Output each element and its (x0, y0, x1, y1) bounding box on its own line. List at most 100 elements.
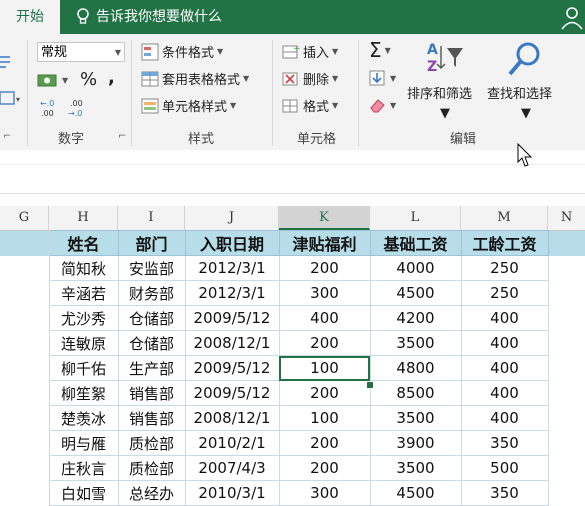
table-cell[interactable]: 3500 (369, 405, 462, 431)
column-header-n[interactable]: N (548, 206, 585, 230)
empty-cell[interactable] (0, 380, 50, 406)
table-cell[interactable]: 200 (278, 455, 371, 481)
table-cell[interactable]: 明与雁 (48, 430, 119, 456)
empty-cell[interactable] (0, 330, 50, 356)
increase-decimal-icon[interactable]: ←.0 .00 (40, 98, 62, 118)
empty-cell[interactable] (548, 481, 585, 506)
column-header-j[interactable]: J (185, 206, 279, 230)
table-cell[interactable]: 400 (460, 305, 549, 331)
table-cell[interactable]: 生产部 (117, 355, 186, 381)
table-cell[interactable]: 财务部 (117, 280, 186, 306)
table-cell[interactable]: 销售部 (117, 380, 186, 406)
empty-cell[interactable] (0, 480, 50, 506)
table-cell[interactable]: 庄秋言 (48, 455, 119, 481)
fill-handle[interactable] (366, 381, 374, 389)
cell-styles-button[interactable]: 单元格样式 ▼ (141, 96, 236, 115)
number-launcher-icon[interactable]: ⌐ (118, 131, 126, 142)
table-cell[interactable]: 300 (278, 480, 371, 506)
empty-cell[interactable] (548, 256, 585, 281)
table-cell[interactable]: 2007/4/3 (184, 455, 280, 481)
table-cell[interactable]: 2009/5/12 (184, 355, 280, 381)
table-cell[interactable]: 250 (460, 280, 549, 306)
table-cell[interactable]: 质检部 (117, 430, 186, 456)
clear-button[interactable]: ▼ (369, 97, 396, 113)
table-header-cell[interactable]: 姓名 (48, 230, 119, 256)
table-cell[interactable]: 仓储部 (117, 305, 186, 331)
find-select-button[interactable]: 查找和选择 (487, 83, 552, 102)
table-cell[interactable]: 250 (460, 255, 549, 281)
format-as-table-button[interactable]: 套用表格格式 ▼ (141, 69, 249, 88)
table-cell[interactable]: 3500 (369, 455, 462, 481)
table-cell[interactable]: 200 (278, 330, 371, 356)
table-header-cell[interactable]: 入职日期 (184, 230, 280, 256)
column-header-g[interactable]: G (0, 206, 49, 230)
empty-cell[interactable] (548, 431, 585, 456)
empty-cell[interactable] (548, 230, 585, 256)
table-cell[interactable]: 100 (278, 405, 371, 431)
conditional-format-button[interactable]: 条件格式 ▼ (141, 42, 223, 61)
table-header-cell[interactable]: 部门 (117, 230, 186, 256)
table-cell[interactable]: 连敏原 (48, 330, 119, 356)
table-cell[interactable]: 楚羡冰 (48, 405, 119, 431)
delete-button[interactable]: 删除 ▼ (282, 69, 338, 88)
table-cell[interactable]: 2008/12/1 (184, 330, 280, 356)
table-cell[interactable]: 仓储部 (117, 330, 186, 356)
empty-cell[interactable] (0, 280, 50, 306)
table-cell[interactable]: 柳千佑 (48, 355, 119, 381)
table-cell[interactable]: 总经办 (117, 480, 186, 506)
empty-cell[interactable] (0, 405, 50, 431)
empty-cell[interactable] (0, 255, 50, 281)
table-cell[interactable]: 100 (278, 355, 371, 381)
table-cell[interactable]: 350 (460, 480, 549, 506)
merge-center-icon[interactable]: ▾ (0, 90, 22, 106)
table-cell[interactable]: 2012/3/1 (184, 280, 280, 306)
comma-button[interactable]: , (108, 67, 115, 88)
table-cell[interactable]: 400 (460, 380, 549, 406)
tell-me-box[interactable]: 告诉我你想要做什么 (76, 0, 222, 34)
fill-button[interactable]: ▼ (369, 70, 396, 86)
table-cell[interactable]: 4000 (369, 255, 462, 281)
worksheet-grid[interactable]: 姓名 部门 入职日期 津贴福利 基础工资 工龄工资简知秋 安监部 2012/3/1 200 400… (0, 230, 585, 506)
table-cell[interactable]: 3500 (369, 330, 462, 356)
formula-bar-area[interactable] (0, 150, 585, 206)
table-cell[interactable]: 2008/12/1 (184, 405, 280, 431)
column-header-h[interactable]: H (49, 206, 118, 230)
table-header-cell[interactable]: 工龄工资 (460, 230, 549, 256)
table-header-cell[interactable]: 基础工资 (369, 230, 462, 256)
table-cell[interactable]: 简知秋 (48, 255, 119, 281)
table-cell[interactable]: 4500 (369, 280, 462, 306)
empty-cell[interactable] (0, 305, 50, 331)
table-cell[interactable]: 2010/3/1 (184, 480, 280, 506)
table-cell[interactable]: 300 (278, 280, 371, 306)
number-format-select[interactable]: 常规 ▼ (37, 42, 125, 62)
accounting-format-button[interactable]: ▼ (37, 72, 68, 88)
table-cell[interactable]: 销售部 (117, 405, 186, 431)
table-cell[interactable]: 400 (460, 405, 549, 431)
table-cell[interactable]: 质检部 (117, 455, 186, 481)
table-cell[interactable]: 4500 (369, 480, 462, 506)
column-header-k[interactable]: K (279, 206, 370, 230)
table-cell[interactable]: 白如雪 (48, 480, 119, 506)
empty-cell[interactable] (0, 430, 50, 456)
column-header-m[interactable]: M (461, 206, 548, 230)
user-icon[interactable] (559, 4, 585, 30)
table-cell[interactable]: 2010/2/1 (184, 430, 280, 456)
table-cell[interactable]: 尤沙秀 (48, 305, 119, 331)
empty-cell[interactable] (548, 281, 585, 306)
table-cell[interactable]: 2009/5/12 (184, 305, 280, 331)
tab-home[interactable]: 开始 (0, 0, 60, 34)
table-cell[interactable]: 安监部 (117, 255, 186, 281)
table-cell[interactable]: 400 (460, 330, 549, 356)
empty-cell[interactable] (0, 355, 50, 381)
table-cell[interactable]: 辛涵若 (48, 280, 119, 306)
empty-cell[interactable] (548, 306, 585, 331)
table-cell[interactable]: 350 (460, 430, 549, 456)
percent-button[interactable]: % (80, 69, 97, 90)
format-button[interactable]: 格式 ▼ (282, 96, 338, 115)
empty-cell[interactable] (0, 230, 50, 256)
empty-cell[interactable] (0, 455, 50, 481)
table-header-cell[interactable]: 津贴福利 (278, 230, 371, 256)
table-cell[interactable]: 4200 (369, 305, 462, 331)
decrease-decimal-icon[interactable]: .00 →.0 (68, 98, 90, 118)
empty-cell[interactable] (548, 406, 585, 431)
